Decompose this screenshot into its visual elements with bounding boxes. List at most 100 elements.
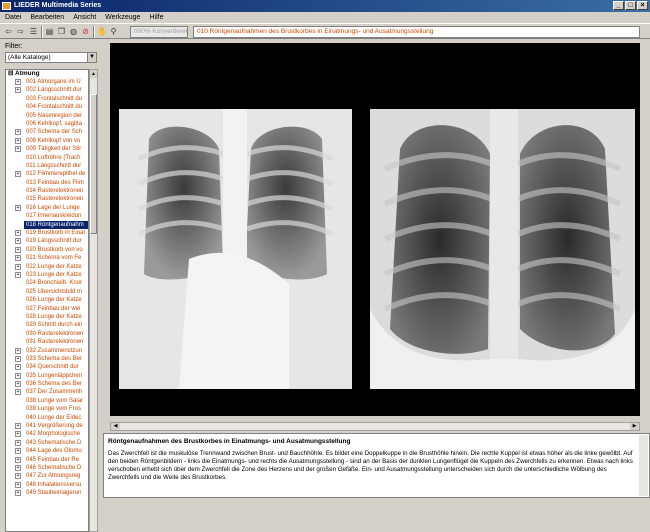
expand-icon[interactable]: +	[15, 271, 21, 278]
tree-item[interactable]: +042 Morphologische	[6, 430, 88, 438]
tree-item[interactable]: +020 Brustkorb von vo	[6, 246, 88, 254]
expand-icon[interactable]: +	[15, 456, 21, 463]
tree-item[interactable]: 038 Lunge vom Salar	[6, 397, 88, 405]
back-icon[interactable]: ⇦	[4, 27, 13, 36]
convert-field[interactable]: 000% Konvertieren	[130, 26, 188, 38]
tree-scrollbar[interactable]: ▲	[89, 69, 98, 532]
tree-item[interactable]: 003 Frontalschnitt du	[6, 95, 88, 103]
scroll-left-icon[interactable]: ◀	[111, 423, 120, 430]
tree-item[interactable]: 026 Lunge der Katze	[6, 296, 88, 304]
expand-icon[interactable]: +	[15, 423, 21, 430]
expand-icon[interactable]: +	[15, 263, 21, 270]
expand-icon[interactable]: +	[15, 464, 21, 471]
list-icon[interactable]: ☰	[29, 27, 38, 36]
tree-item[interactable]: +021 Schema vom Fe	[6, 254, 88, 262]
tree-item[interactable]: +012 Flimmerepithel de	[6, 170, 88, 178]
expand-icon[interactable]: +	[15, 347, 21, 354]
filter-select[interactable]: (Alle Kataloge) ▼	[5, 52, 97, 63]
scroll-right-icon[interactable]: ▶	[630, 423, 639, 430]
expand-icon[interactable]: +	[15, 87, 21, 94]
tree-item[interactable]: +047 Zur Atmungsreg	[6, 472, 88, 480]
tree-item[interactable]: 039 Lunge vom Fros	[6, 405, 88, 413]
maximize-button[interactable]: □	[625, 1, 636, 10]
tree-item[interactable]: 005 Nasenregion der	[6, 112, 88, 120]
expand-icon[interactable]: +	[15, 431, 21, 438]
expand-icon[interactable]: +	[15, 230, 21, 237]
tree-item[interactable]: 004 Frontalschnitt du	[6, 103, 88, 111]
expand-icon[interactable]: +	[15, 238, 21, 245]
tree-item[interactable]: 029 Schnitt durch ein	[6, 321, 88, 329]
tree-item[interactable]: +033 Schema des Ber	[6, 355, 88, 363]
menu-ansicht[interactable]: Ansicht	[73, 12, 96, 23]
tree-item[interactable]: +019 Längsschnitt dur	[6, 237, 88, 245]
tree-item[interactable]: +036 Schema des Ber	[6, 380, 88, 388]
tree-item[interactable]: +037 Der Zusammenh	[6, 388, 88, 396]
tree-item[interactable]: 025 Übersichtsbild m	[6, 288, 88, 296]
tree-item[interactable]: +048 Inhalationsversu	[6, 481, 88, 489]
tree-item[interactable]: +016 Lage der Lunge	[6, 204, 88, 212]
hand-icon[interactable]: ✋	[97, 27, 107, 36]
expand-icon[interactable]: +	[15, 439, 21, 446]
scroll-up-icon[interactable]: ▲	[90, 70, 97, 78]
menu-datei[interactable]: Datei	[5, 12, 21, 23]
tree-item[interactable]: 010 Luftröhre (Trach	[6, 154, 88, 162]
expand-icon[interactable]: +	[15, 481, 21, 488]
tree-item[interactable]: 030 Rasterelektronen	[6, 330, 88, 338]
tree-item[interactable]: +008 Kehlkopf von vo	[6, 137, 88, 145]
catalog-tree[interactable]: ⊟ Atmung +001 Atmorgane im Ü +002 Längssc…	[5, 69, 89, 532]
tree-item[interactable]: +007 Schema der Sch	[6, 128, 88, 136]
tree-item[interactable]: +034 Querschnitt dur	[6, 363, 88, 371]
expand-icon[interactable]: +	[15, 79, 21, 85]
tree-item[interactable]: 006 Kehlkopf, sagitta	[6, 120, 88, 128]
copy-icon[interactable]: ❐	[57, 27, 66, 36]
tree-item[interactable]: +046 Schematische D	[6, 464, 88, 472]
tree-item[interactable]: +019 Brustkorb in Einat	[6, 229, 88, 237]
menu-bearbeiten[interactable]: Bearbeiten	[30, 12, 64, 23]
expand-icon[interactable]: +	[15, 448, 21, 455]
tree-item[interactable]: 027 Feinbau der wei	[6, 305, 88, 313]
forward-icon[interactable]: ⇨	[16, 27, 25, 36]
tree-item[interactable]: 028 Lunge der Katze	[6, 313, 88, 321]
expand-icon[interactable]: +	[15, 246, 21, 253]
expand-icon[interactable]: +	[15, 389, 21, 396]
tree-item[interactable]: 018 Röntgenaufnahm	[24, 220, 88, 230]
tree-item[interactable]: +002 Längsschnitt dur	[6, 86, 88, 94]
expand-icon[interactable]: +	[15, 129, 21, 136]
zoom-icon[interactable]: ⚲	[109, 27, 118, 36]
tree-item[interactable]: 011 Längsschnitt dur	[6, 162, 88, 170]
tree-item[interactable]: +049 Staubeinlagerun	[6, 489, 88, 497]
expand-icon[interactable]: +	[15, 364, 21, 371]
expand-icon[interactable]: +	[15, 146, 21, 153]
chevron-down-icon[interactable]: ▼	[87, 53, 96, 62]
tree-item[interactable]: +044 Lage des Glomu	[6, 447, 88, 455]
tree-item[interactable]: +043 Schematische D	[6, 439, 88, 447]
tree-item[interactable]: 031 Rasterelektronen	[6, 338, 88, 346]
expand-icon[interactable]: +	[15, 204, 21, 211]
close-button[interactable]: ×	[637, 1, 648, 10]
menu-werkzeuge[interactable]: Werkzeuge	[105, 12, 140, 23]
tree-item[interactable]: 017 Innenauskleidun	[6, 212, 88, 220]
expand-icon[interactable]: +	[15, 171, 21, 178]
expand-icon[interactable]: +	[15, 490, 21, 497]
tree-item[interactable]: +001 Atmorgane im Ü	[6, 78, 88, 86]
tree-item[interactable]: +035 Lungenläppchen	[6, 372, 88, 380]
collapse-icon[interactable]: ⊟	[8, 70, 15, 77]
tree-root[interactable]: ⊟ Atmung	[6, 70, 88, 78]
scroll-thumb[interactable]	[90, 94, 97, 234]
tree-item[interactable]: +009 Tätigkeit der Stir	[6, 145, 88, 153]
expand-icon[interactable]: +	[15, 381, 21, 388]
menu-hilfe[interactable]: Hilfe	[149, 12, 163, 23]
minimize-button[interactable]: _	[613, 1, 624, 10]
stop-icon[interactable]: ⊘	[81, 27, 90, 36]
print-icon[interactable]: ▤	[45, 27, 54, 36]
expand-icon[interactable]: +	[15, 355, 21, 362]
tree-item[interactable]: 013 Feinbau des Flim	[6, 179, 88, 187]
expand-icon[interactable]: +	[15, 372, 21, 379]
globe-icon[interactable]: ◍	[69, 27, 78, 36]
tree-item[interactable]: 040 Lunge der Eidec	[6, 414, 88, 422]
expand-icon[interactable]: +	[15, 473, 21, 480]
tree-item[interactable]: 014 Rasterelektronen	[6, 187, 88, 195]
tree-item[interactable]: +032 Zusammenstzun	[6, 347, 88, 355]
tree-item[interactable]: +023 Lunge der Katze	[6, 271, 88, 279]
description-scrollbar[interactable]	[639, 435, 648, 496]
